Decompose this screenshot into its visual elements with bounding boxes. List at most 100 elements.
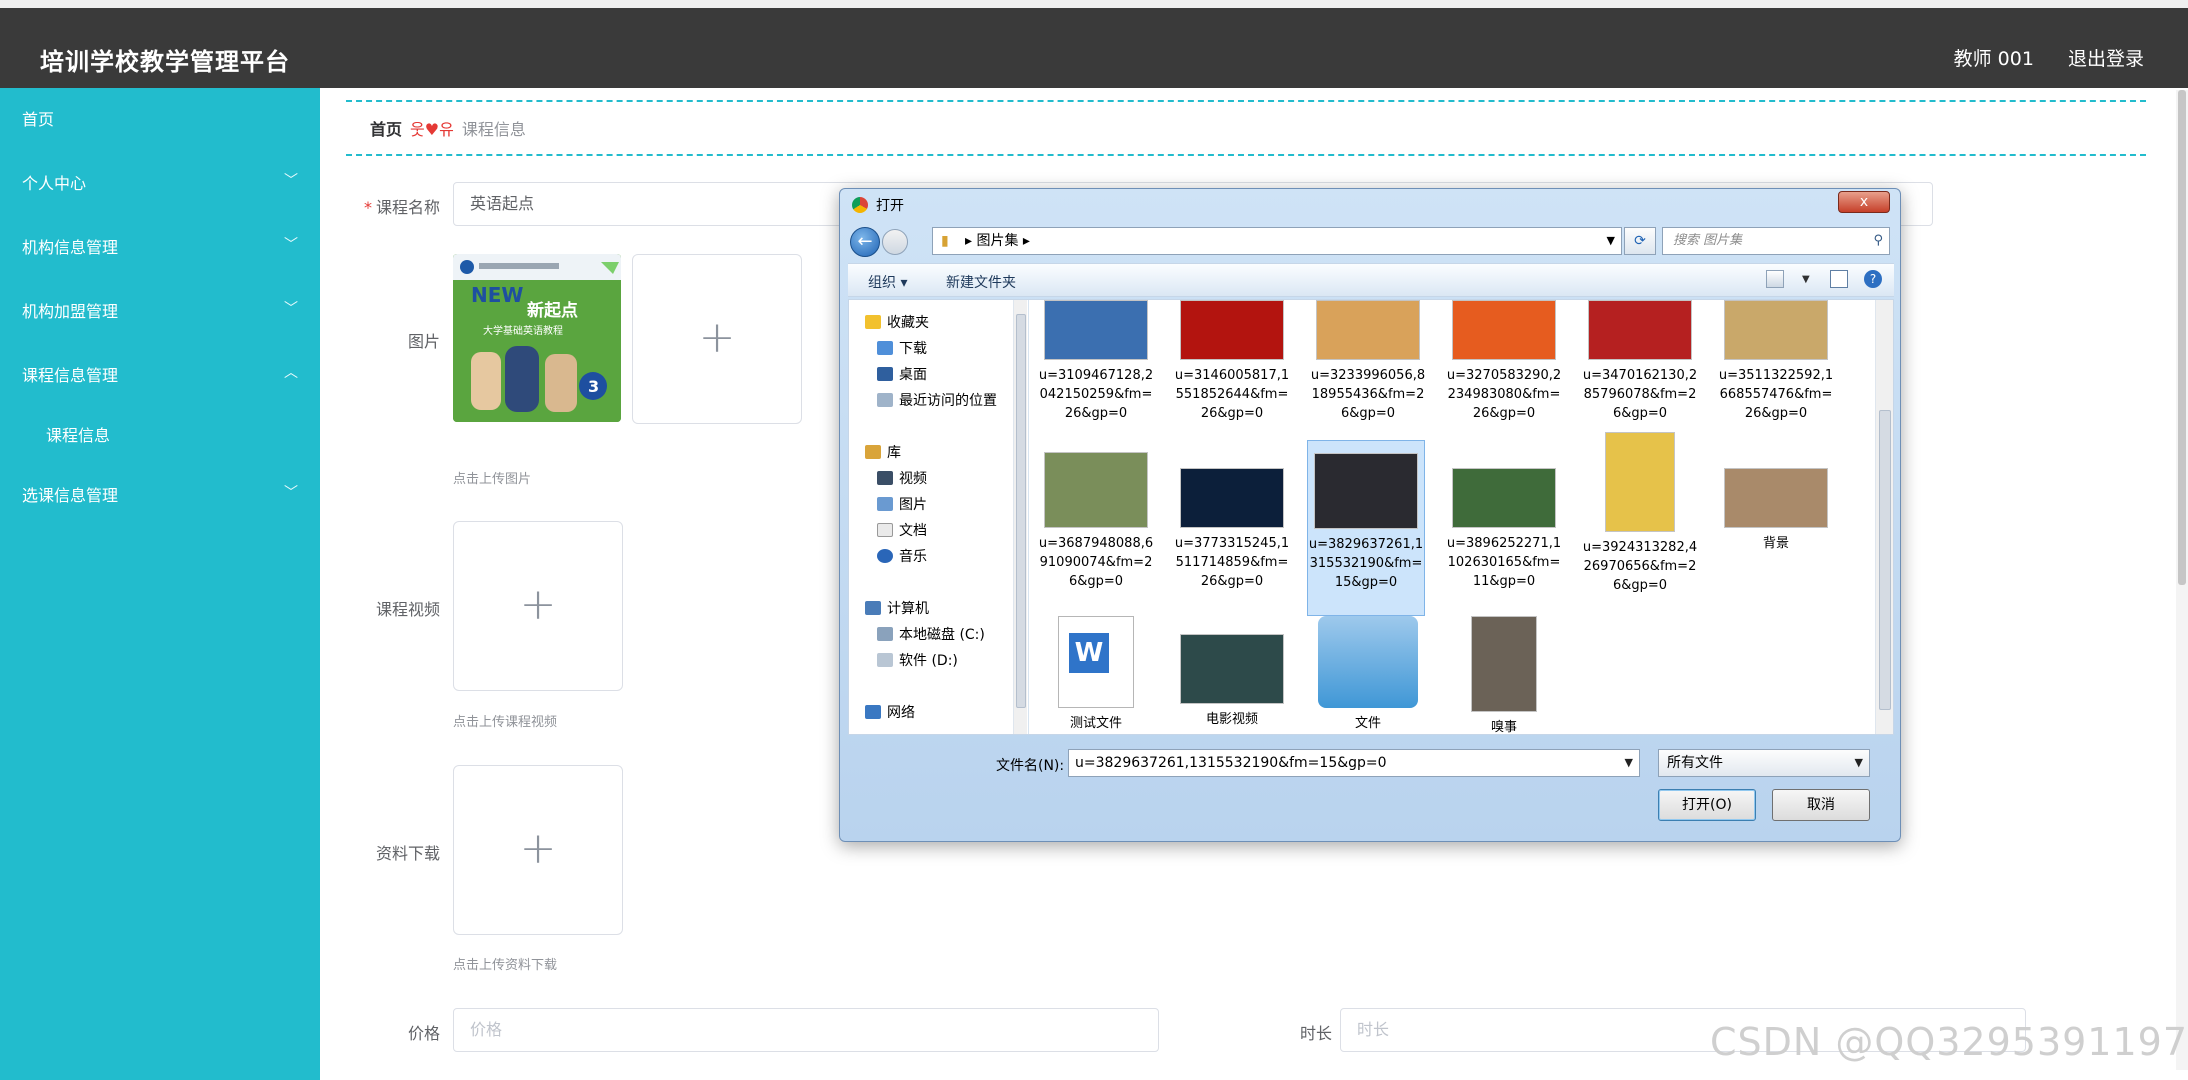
nav-music[interactable]: 音乐 bbox=[877, 546, 927, 566]
sidebar-item-course-info[interactable]: 课程信息 bbox=[0, 404, 320, 460]
svg-text:新起点: 新起点 bbox=[527, 300, 578, 321]
sidebar-item-home[interactable]: 首页 bbox=[0, 88, 320, 144]
download-folder-icon bbox=[877, 341, 893, 355]
file-item[interactable]: u=3896252271,1102630165&fm=11&gp=0 bbox=[1445, 452, 1563, 591]
watermark: CSDN @QQ3295391197 bbox=[1710, 1020, 2188, 1064]
file-thumbnail bbox=[1044, 452, 1148, 528]
file-item[interactable]: u=3470162130,285796078&fm=26&gp=0 bbox=[1581, 300, 1699, 423]
open-button[interactable]: 打开(O) bbox=[1658, 789, 1756, 821]
file-name: 嗅事 bbox=[1490, 720, 1517, 734]
nav-documents[interactable]: 文档 bbox=[877, 520, 927, 540]
price-input[interactable]: 价格 bbox=[453, 1008, 1159, 1052]
file-item[interactable]: 文件 bbox=[1309, 616, 1427, 733]
file-item[interactable]: u=3270583290,2234983080&fm=26&gp=0 bbox=[1445, 300, 1563, 423]
nav-libraries[interactable]: 库 bbox=[865, 442, 901, 462]
nav-network[interactable]: 网络 bbox=[865, 702, 915, 722]
video-upload-box[interactable]: + bbox=[453, 521, 623, 691]
sidebar-item-personal-center[interactable]: 个人中心 ﹀ bbox=[0, 152, 320, 208]
video-upload-hint: 点击上传课程视频 bbox=[453, 715, 558, 730]
file-item[interactable]: u=3146005817,1551852644&fm=26&gp=0 bbox=[1173, 300, 1291, 423]
sidebar-item-label: 首页 bbox=[22, 110, 55, 129]
forward-button[interactable] bbox=[882, 229, 908, 255]
nav-drive-d[interactable]: 软件 (D:) bbox=[877, 650, 958, 670]
chevron-down-icon[interactable]: ▼ bbox=[1802, 274, 1820, 292]
file-item[interactable]: 嗅事 bbox=[1445, 616, 1563, 734]
file-name: 背景 bbox=[1762, 536, 1789, 551]
breadcrumb-current: 课程信息 bbox=[461, 120, 526, 139]
user-name[interactable]: 教师 001 bbox=[1954, 48, 2034, 70]
scrollbar-thumb[interactable] bbox=[1016, 314, 1026, 708]
file-item[interactable]: 背景 bbox=[1717, 468, 1835, 553]
page-scrollbar-thumb[interactable] bbox=[2178, 90, 2186, 585]
material-upload-box[interactable]: + bbox=[453, 765, 623, 935]
drive-icon bbox=[877, 627, 893, 641]
file-name: u=3270583290,2234983080&fm=26&gp=0 bbox=[1446, 368, 1562, 421]
plus-icon: + bbox=[519, 579, 557, 630]
path-segment[interactable]: 图片集 bbox=[976, 233, 1018, 249]
preview-pane-icon[interactable] bbox=[1830, 270, 1848, 288]
sidebar-item-institution-join[interactable]: 机构加盟管理 ﹀ bbox=[0, 280, 320, 336]
sidebar: 首页 个人中心 ﹀ 机构信息管理 ﹀ 机构加盟管理 ﹀ 课程信息管理 ︿ 课程信息 选课… bbox=[0, 88, 320, 1080]
breadcrumb: 首页 웃♥유 课程信息 bbox=[370, 116, 526, 140]
search-input[interactable]: 搜索 图片集 ⚲ bbox=[1662, 227, 1890, 255]
chevron-down-icon: ﹀ bbox=[284, 173, 298, 189]
breadcrumb-home[interactable]: 首页 bbox=[370, 120, 402, 139]
nav-downloads[interactable]: 下载 bbox=[877, 338, 927, 358]
file-name: u=3896252271,1102630165&fm=11&gp=0 bbox=[1446, 536, 1562, 589]
nav-recent[interactable]: 最近访问的位置 bbox=[877, 390, 997, 410]
pictures-library-icon bbox=[877, 497, 893, 511]
duration-label: 时长 bbox=[1299, 1024, 1332, 1043]
sidebar-item-label: 课程信息管理 bbox=[22, 366, 119, 385]
logout-link[interactable]: 退出登录 bbox=[2068, 48, 2144, 70]
sidebar-item-course-info-mgmt[interactable]: 课程信息管理 ︿ bbox=[0, 344, 320, 400]
nav-computer[interactable]: 计算机 bbox=[865, 598, 929, 618]
file-item-selected[interactable]: u=3829637261,1315532190&fm=15&gp=0 bbox=[1307, 440, 1425, 616]
refresh-button[interactable]: ⟳ bbox=[1624, 227, 1656, 255]
file-item[interactable]: u=3924313282,426970656&fm=26&gp=0 bbox=[1581, 432, 1699, 595]
chevron-down-icon[interactable]: ▼ bbox=[1625, 750, 1633, 776]
file-grid: u=3109467128,2042150259&fm=26&gp=0 u=314… bbox=[1029, 300, 1875, 734]
help-icon[interactable]: ? bbox=[1864, 270, 1882, 288]
back-button[interactable]: ← bbox=[850, 227, 880, 257]
organize-button[interactable]: 组织 ▾ bbox=[868, 272, 907, 292]
sidebar-item-institution-info[interactable]: 机构信息管理 ﹀ bbox=[0, 216, 320, 272]
close-button[interactable]: x bbox=[1838, 191, 1890, 213]
file-item[interactable]: 电影视频 bbox=[1173, 634, 1291, 729]
header: 培训学校教学管理平台 教师 001 退出登录 bbox=[0, 8, 2188, 88]
scrollbar-thumb[interactable] bbox=[1879, 410, 1891, 710]
file-item[interactable]: u=3109467128,2042150259&fm=26&gp=0 bbox=[1037, 300, 1155, 423]
filetype-select[interactable]: 所有文件 ▼ bbox=[1658, 749, 1870, 777]
sidebar-item-selection-mgmt[interactable]: 选课信息管理 ﹀ bbox=[0, 464, 320, 520]
file-item[interactable]: u=3511322592,1668557476&fm=26&gp=0 bbox=[1717, 300, 1835, 423]
nav-videos[interactable]: 视频 bbox=[877, 468, 927, 488]
dialog-toolbar: 组织 ▾ 新建文件夹 ▼ ? bbox=[848, 263, 1894, 297]
file-item[interactable]: u=3687948088,691090074&fm=26&gp=0 bbox=[1037, 452, 1155, 591]
file-item[interactable]: u=3773315245,1511714859&fm=26&gp=0 bbox=[1173, 452, 1291, 591]
new-folder-button[interactable]: 新建文件夹 bbox=[946, 272, 1016, 292]
chevron-down-icon: ▼ bbox=[1854, 756, 1863, 769]
cancel-button[interactable]: 取消 bbox=[1772, 789, 1870, 821]
file-name: u=3470162130,285796078&fm=26&gp=0 bbox=[1582, 368, 1698, 421]
address-bar[interactable]: ▮ ▸ 图片集 ▸ ▼ bbox=[932, 227, 1622, 255]
chevron-down-icon[interactable]: ▼ bbox=[1607, 228, 1615, 254]
image-upload-box[interactable]: + bbox=[632, 254, 802, 424]
svg-text:3: 3 bbox=[588, 377, 599, 396]
nav-pane-scrollbar[interactable] bbox=[1013, 300, 1027, 734]
path-separator: ▸ bbox=[965, 233, 977, 249]
chevron-up-icon: ︿ bbox=[284, 365, 298, 381]
nav-drive-c[interactable]: 本地磁盘 (C:) bbox=[877, 624, 985, 644]
nav-desktop[interactable]: 桌面 bbox=[877, 364, 927, 384]
book-cover-image[interactable]: NEW 新起点 大学基础英语教程 3 bbox=[453, 254, 621, 422]
nav-favorites[interactable]: 收藏夹 bbox=[865, 312, 929, 332]
nav-pictures[interactable]: 图片 bbox=[877, 494, 927, 514]
view-options-icon[interactable] bbox=[1766, 270, 1784, 288]
sidebar-item-label: 机构信息管理 bbox=[22, 238, 119, 257]
file-grid-scrollbar[interactable] bbox=[1875, 300, 1893, 734]
svg-text:NEW: NEW bbox=[471, 283, 523, 307]
file-item[interactable]: u=3233996056,818955436&fm=26&gp=0 bbox=[1309, 300, 1427, 423]
word-document-icon: W bbox=[1058, 616, 1134, 708]
filename-input[interactable]: u=3829637261,1315532190&fm=15&gp=0 ▼ bbox=[1068, 749, 1640, 777]
path-separator: ▸ bbox=[1018, 233, 1030, 249]
navigation-pane: 收藏夹 下载 桌面 最近访问的位置 库 视频 图片 文档 音乐 计算机 本地磁盘… bbox=[849, 300, 1029, 734]
file-item[interactable]: W 测试文件 bbox=[1037, 616, 1155, 733]
